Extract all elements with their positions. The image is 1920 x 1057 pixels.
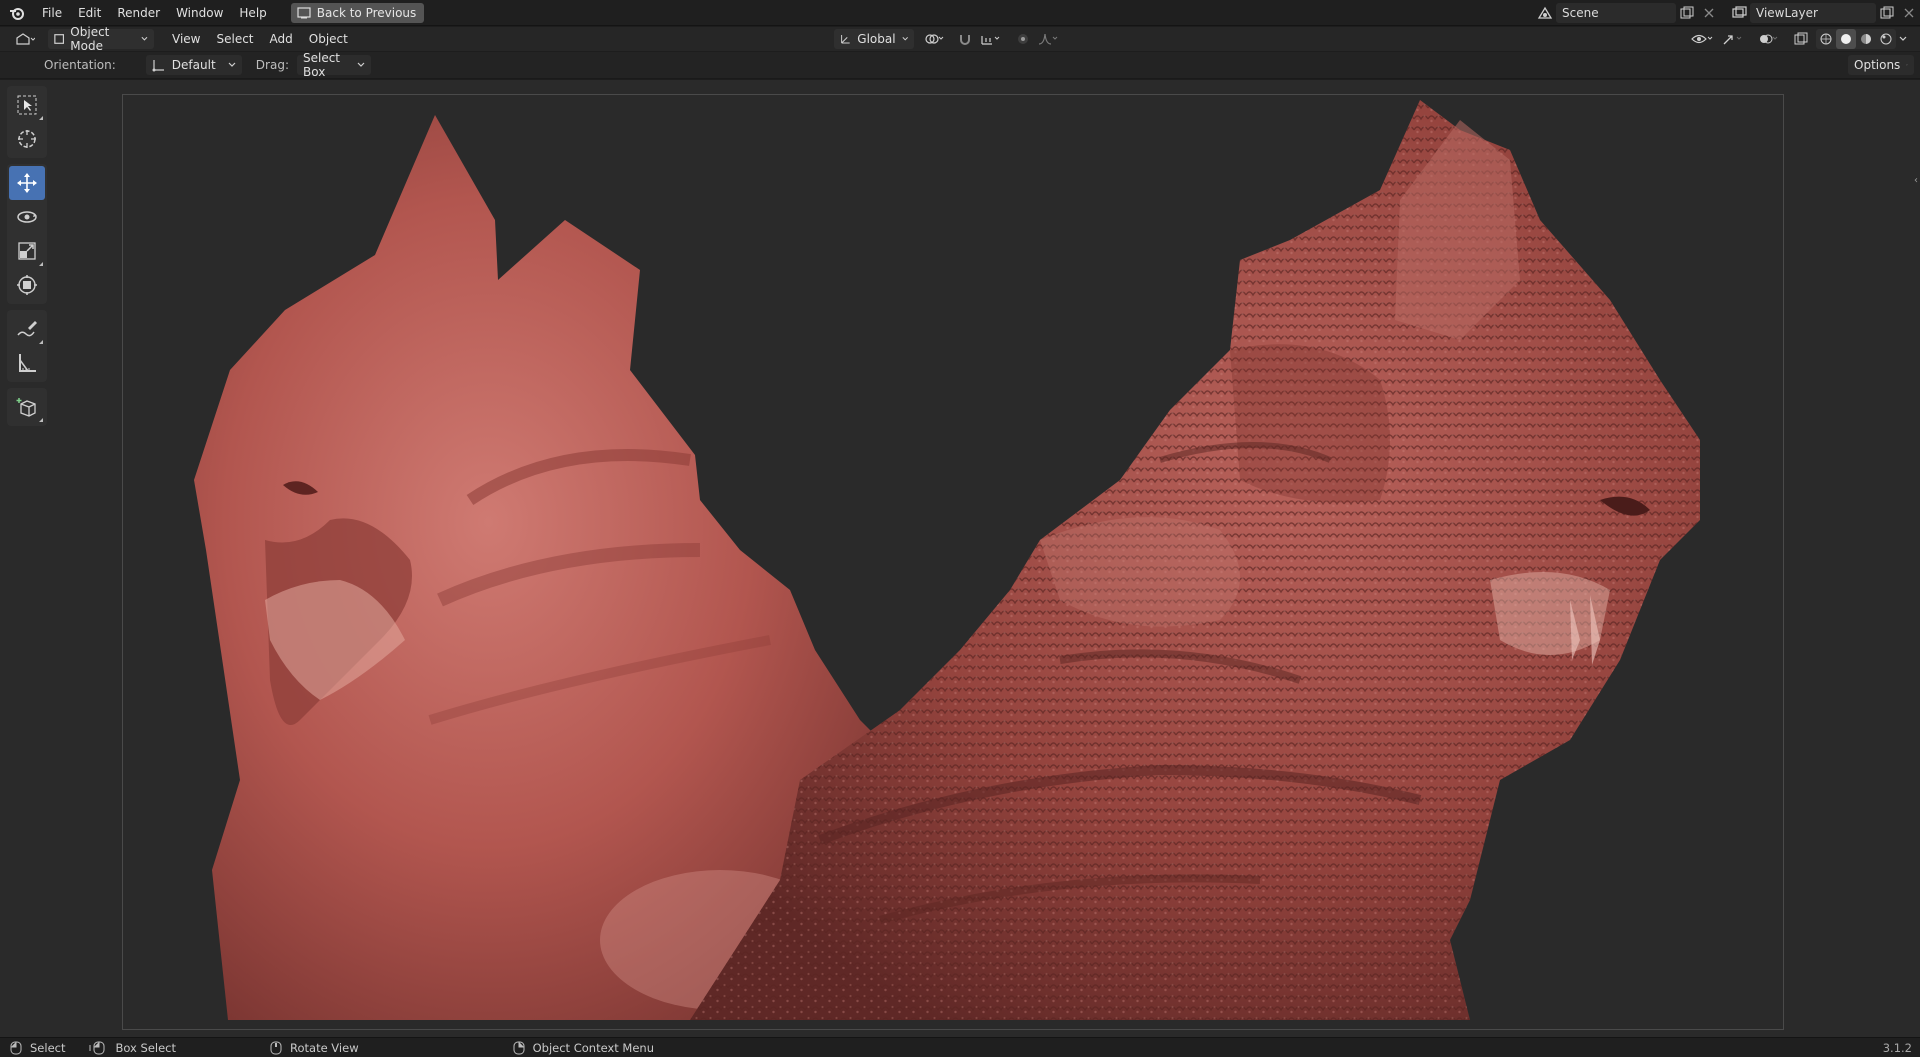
menu-window[interactable]: Window [168, 2, 231, 24]
viewlayer-name: ViewLayer [1756, 6, 1818, 20]
annotate-tool-icon[interactable] [9, 312, 45, 346]
orientation-axes-icon [152, 60, 164, 72]
drag-value: Select Box [302, 51, 341, 79]
orientation-value: Default [171, 58, 216, 72]
tool-settings-bar: Orientation: Default Drag: Select Box Op… [0, 51, 1920, 79]
scene-browse-icon[interactable] [1534, 3, 1556, 23]
mode-label: Object Mode [70, 25, 110, 53]
mouse-left-icon [10, 1041, 22, 1054]
chevron-down-icon [1906, 64, 1908, 66]
status-context-menu: Object Context Menu [513, 1041, 654, 1055]
select-tools-group [7, 86, 47, 158]
mode-dropdown[interactable]: Object Mode [48, 25, 154, 53]
status-select: Select [10, 1041, 65, 1055]
options-label: Options [1854, 58, 1901, 72]
status-box-select: Box Select [89, 1041, 176, 1055]
select-box-tool-icon[interactable] [9, 88, 45, 122]
visibility-icon[interactable] [1688, 29, 1718, 49]
wireframe-shading-icon[interactable] [1816, 29, 1836, 49]
header-menu-select[interactable]: Select [208, 28, 261, 50]
3d-viewport[interactable]: ‹ [0, 80, 1920, 1037]
transform-orientation-dropdown[interactable]: Global [834, 29, 914, 49]
status-rotate-view: Rotate View [270, 1041, 359, 1055]
scale-tool-icon[interactable] [9, 234, 45, 268]
camera-frame [122, 94, 1784, 1030]
snap-target-icon[interactable] [976, 29, 1006, 49]
solid-shading-icon[interactable] [1836, 29, 1856, 49]
header-menu-object[interactable]: Object [301, 28, 356, 50]
scene-name-field[interactable]: Scene [1556, 3, 1676, 23]
scene-viewlayer-controls: Scene ViewLayer [1534, 2, 1920, 24]
menu-file[interactable]: File [34, 2, 70, 24]
object-mode-icon [54, 34, 65, 44]
chevron-down-icon [902, 37, 908, 41]
xray-toggle-icon[interactable] [1790, 29, 1812, 49]
mouse-drag-icon [89, 1041, 105, 1054]
chevron-down-icon [141, 36, 148, 41]
editor-type-icon[interactable] [10, 29, 40, 49]
scene-name: Scene [1562, 6, 1599, 20]
orientation-label: Orientation: [44, 58, 116, 72]
drag-label: Drag: [255, 58, 289, 72]
menu-help[interactable]: Help [231, 2, 274, 24]
drag-dropdown[interactable]: Select Box [296, 51, 371, 79]
measure-tool-icon[interactable] [9, 346, 45, 380]
status-context-menu-label: Object Context Menu [532, 1040, 654, 1055]
shading-options-chevron-icon[interactable] [1896, 29, 1910, 49]
orientation-axes-icon [841, 34, 850, 44]
status-rotate-view-label: Rotate View [290, 1040, 359, 1055]
transform-tool-icon[interactable] [9, 268, 45, 302]
rendered-shading-icon[interactable] [1876, 29, 1896, 49]
chevron-down-icon [357, 62, 365, 67]
mouse-right-icon [513, 1041, 525, 1054]
screen-back-icon [297, 6, 311, 18]
orientation-dropdown[interactable]: Default [145, 55, 242, 75]
snap-toggle-icon[interactable] [954, 29, 976, 49]
status-select-label: Select [30, 1040, 66, 1055]
move-tool-icon[interactable] [9, 166, 45, 200]
sidebar-toggle-icon[interactable]: ‹ [1914, 175, 1918, 186]
options-dropdown[interactable]: Options [1848, 55, 1914, 75]
annotate-tools-group [7, 310, 47, 382]
remove-scene-icon[interactable] [1698, 3, 1720, 23]
transform-controls: Global [834, 29, 1064, 49]
pivot-point-icon[interactable] [920, 29, 950, 49]
viewport-header: Object Mode View Select Add Object Globa… [0, 25, 1920, 53]
viewlayer-name-field[interactable]: ViewLayer [1750, 3, 1876, 23]
blender-logo-icon[interactable] [8, 4, 26, 22]
overlays-toggle-icon[interactable] [1754, 29, 1784, 49]
chevron-down-icon [228, 62, 236, 67]
menu-render[interactable]: Render [109, 2, 168, 24]
back-to-previous-label: Back to Previous [316, 5, 417, 20]
remove-viewlayer-icon[interactable] [1898, 3, 1920, 23]
transform-orientation-label: Global [857, 32, 896, 46]
header-menu-add[interactable]: Add [262, 28, 301, 50]
back-to-previous-button[interactable]: Back to Previous [290, 2, 425, 23]
status-bar: Select Box Select Rotate View Object Con… [0, 1037, 1920, 1057]
mouse-middle-icon [270, 1041, 282, 1054]
tool-shelf [7, 86, 47, 432]
viewport-shading-controls [1688, 29, 1910, 49]
menu-edit[interactable]: Edit [70, 2, 109, 24]
rotate-tool-icon[interactable] [9, 200, 45, 234]
add-tools-group [7, 388, 47, 426]
transform-tools-group [7, 164, 47, 304]
material-preview-icon[interactable] [1856, 29, 1876, 49]
version-label: 3.1.2 [1882, 1041, 1912, 1055]
proportional-falloff-icon[interactable] [1034, 29, 1064, 49]
cursor-tool-icon[interactable] [9, 122, 45, 156]
proportional-editing-icon[interactable] [1012, 29, 1034, 49]
gizmo-toggle-icon[interactable] [1718, 29, 1748, 49]
viewlayer-browse-icon[interactable] [1728, 3, 1750, 23]
new-scene-icon[interactable] [1676, 3, 1698, 23]
new-viewlayer-icon[interactable] [1876, 3, 1898, 23]
header-menu-view[interactable]: View [164, 28, 208, 50]
add-cube-tool-icon[interactable] [9, 390, 45, 424]
top-menu-bar: File Edit Render Window Help Back to Pre… [0, 0, 1920, 26]
status-box-select-label: Box Select [115, 1040, 176, 1055]
